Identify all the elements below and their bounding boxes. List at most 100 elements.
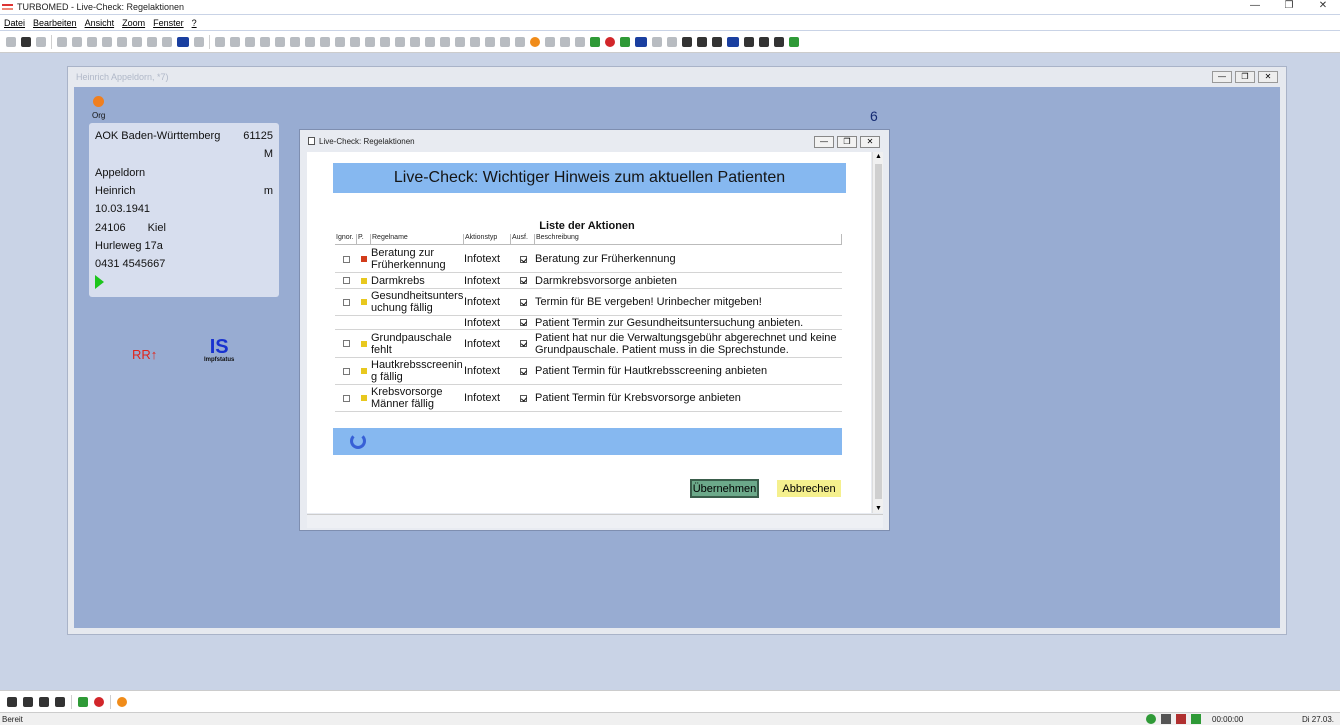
minimize-button[interactable]: — — [814, 136, 834, 148]
forward-icon[interactable] — [36, 36, 46, 47]
ignore-checkbox[interactable] — [342, 340, 350, 347]
tool-icon[interactable] — [410, 36, 420, 47]
tool-icon[interactable] — [380, 36, 390, 47]
menu-bearbeiten[interactable]: Bearbeiten — [33, 18, 77, 28]
close-button[interactable]: ✕ — [1258, 71, 1278, 83]
tool-icon[interactable] — [117, 36, 127, 47]
table-row[interactable]: Gesundheitsuntersuchung fällig Infotext … — [335, 289, 842, 316]
menu-help[interactable]: ? — [192, 18, 197, 28]
tool-icon[interactable] — [425, 36, 435, 47]
globe-icon[interactable] — [727, 36, 739, 47]
maximize-button[interactable]: ❐ — [1272, 0, 1306, 14]
tool-icon[interactable] — [759, 36, 769, 47]
col-description[interactable]: Beschreibung — [535, 234, 842, 244]
col-rule-name[interactable]: Regelname — [371, 234, 464, 244]
close-button[interactable]: ✕ — [860, 136, 880, 148]
apply-button[interactable]: Übernehmen — [690, 479, 759, 498]
tool-icon[interactable] — [560, 36, 570, 47]
tool-icon[interactable] — [87, 36, 97, 47]
minimize-button[interactable]: — — [1212, 71, 1232, 83]
close-button[interactable]: ✕ — [1306, 0, 1340, 14]
edit-icon[interactable] — [194, 36, 204, 47]
list-icon[interactable] — [55, 696, 65, 707]
tool-icon[interactable] — [515, 36, 525, 47]
execute-checkbox[interactable] — [519, 319, 527, 326]
mail-icon[interactable] — [635, 36, 647, 47]
tool-icon[interactable] — [485, 36, 495, 47]
new-document-icon[interactable] — [7, 696, 17, 707]
binoculars-icon[interactable] — [21, 36, 31, 47]
vaccination-status-badge[interactable]: IS Impfstatus — [204, 337, 234, 363]
menu-fenster[interactable]: Fenster — [153, 18, 184, 28]
tool-icon[interactable] — [697, 36, 707, 47]
maximize-button[interactable]: ❐ — [1235, 71, 1255, 83]
tool-icon[interactable] — [335, 36, 345, 47]
tool-icon[interactable] — [682, 36, 692, 47]
scroll-up-icon[interactable]: ▲ — [875, 153, 882, 160]
org-status-icon[interactable] — [93, 96, 104, 107]
execute-checkbox[interactable] — [519, 367, 527, 375]
play-icon[interactable] — [95, 275, 104, 290]
orange-circle-icon[interactable] — [530, 36, 540, 47]
delete-icon[interactable] — [39, 696, 49, 707]
table-row[interactable]: Beratung zur Früherkennung Infotext Bera… — [335, 246, 842, 273]
table-row[interactable]: Infotext Patient Termin zur Gesundheitsu… — [335, 316, 842, 330]
menu-ansicht[interactable]: Ansicht — [85, 18, 115, 28]
minus-icon[interactable] — [94, 696, 104, 707]
ignore-checkbox[interactable] — [342, 394, 350, 402]
table-row[interactable]: Krebsvorsorge Männer fällig Infotext Pat… — [335, 385, 842, 412]
table-row[interactable]: Hautkrebsscreening fällig Infotext Patie… — [335, 358, 842, 385]
tool-icon[interactable] — [230, 36, 240, 47]
menu-datei[interactable]: Datei — [4, 18, 25, 28]
table-row[interactable]: Grundpauschale fehlt Infotext Patient ha… — [335, 330, 842, 358]
tool-icon[interactable] — [500, 36, 510, 47]
tool-icon[interactable] — [774, 36, 784, 47]
chart-icon[interactable] — [590, 36, 600, 47]
tool-icon[interactable] — [470, 36, 480, 47]
color-bars-icon[interactable] — [117, 696, 127, 707]
blood-pressure-indicator[interactable]: RR↑ — [132, 347, 157, 362]
tool-icon[interactable] — [72, 36, 82, 47]
execute-checkbox[interactable] — [519, 394, 527, 402]
ignore-checkbox[interactable] — [342, 298, 350, 306]
print-icon[interactable] — [23, 696, 33, 707]
vertical-scrollbar[interactable]: ▲ ▼ — [872, 152, 883, 513]
execute-checkbox[interactable] — [519, 298, 527, 306]
tool-icon[interactable] — [712, 36, 722, 47]
tool-icon[interactable] — [305, 36, 315, 47]
tool-icon[interactable] — [440, 36, 450, 47]
monitor-icon[interactable] — [177, 36, 189, 47]
tool-icon[interactable] — [132, 36, 142, 47]
tool-icon[interactable] — [147, 36, 157, 47]
col-ignore[interactable]: Ignor. — [335, 234, 357, 244]
col-action-type[interactable]: Aktionstyp — [464, 234, 511, 244]
execute-checkbox[interactable] — [519, 277, 527, 284]
tool-icon[interactable] — [245, 36, 255, 47]
tool-icon[interactable] — [652, 36, 662, 47]
tool-icon[interactable] — [57, 36, 67, 47]
tool-icon[interactable] — [620, 36, 630, 47]
col-execute[interactable]: Ausf. — [511, 234, 535, 244]
tool-icon[interactable] — [290, 36, 300, 47]
tool-icon[interactable] — [575, 36, 585, 47]
scroll-down-icon[interactable]: ▼ — [875, 505, 882, 512]
tool-icon[interactable] — [350, 36, 360, 47]
tool-icon[interactable] — [275, 36, 285, 47]
back-icon[interactable] — [6, 36, 16, 47]
cancel-button[interactable]: Abbrechen — [777, 480, 841, 497]
execute-checkbox[interactable] — [519, 255, 527, 263]
tool-icon[interactable] — [395, 36, 405, 47]
tool-icon[interactable] — [102, 36, 112, 47]
tool-icon[interactable] — [320, 36, 330, 47]
tool-icon[interactable] — [260, 36, 270, 47]
plus-icon[interactable] — [78, 696, 88, 707]
col-priority[interactable]: P. — [357, 234, 371, 244]
tool-icon[interactable] — [162, 36, 172, 47]
table-row[interactable]: Darmkrebs Infotext Darmkrebsvorsorge anb… — [335, 273, 842, 289]
tool-icon[interactable] — [667, 36, 677, 47]
tool-icon[interactable] — [789, 36, 799, 47]
stop-icon[interactable] — [605, 36, 615, 47]
ignore-checkbox[interactable] — [342, 255, 350, 263]
execute-checkbox[interactable] — [519, 340, 527, 347]
maximize-button[interactable]: ❐ — [837, 136, 857, 148]
